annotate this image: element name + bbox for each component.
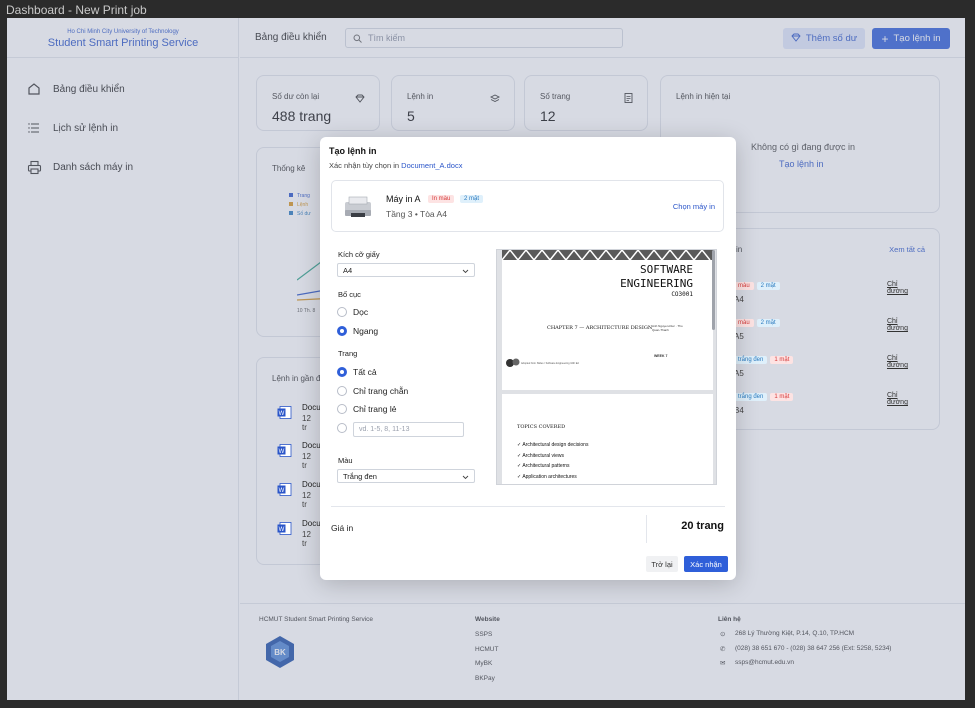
dialog-title: Tạo lệnh in: [329, 146, 377, 156]
sides-tag: 1 mặt: [770, 393, 794, 401]
color-tag: trắng đen: [734, 393, 768, 401]
sides-tag: 1 mặt: [770, 356, 794, 364]
printer-name: Máy in A: [386, 194, 421, 204]
table-row: màu 2 mặt A5 Chỉ đường: [734, 311, 908, 341]
preview-authors: Anh Nguyen-Duc · Tho Quan-Thanh: [652, 324, 683, 332]
radio-icon: [337, 423, 347, 433]
color-label: Màu: [338, 456, 353, 465]
confirm-button[interactable]: Xác nhận: [684, 556, 728, 572]
word-file-icon: W: [277, 483, 292, 496]
preview-page-1: SOFTWARE ENGINEERING CO3001 CHAPTER 7 — …: [502, 250, 713, 390]
layout-option-portrait[interactable]: Dọc: [337, 307, 368, 317]
preview-chapter: CHAPTER 7 — ARCHITECTURE DESIGN: [547, 325, 653, 331]
pages-option-odd[interactable]: Chỉ trang lẻ: [337, 404, 396, 414]
preview-title: SOFTWARE ENGINEERING CO3001: [620, 263, 693, 298]
preview-source-note: Adopted from Slides / Software Engineeri…: [521, 362, 579, 365]
radio-icon: [337, 386, 347, 396]
color-select[interactable]: Trắng đen: [337, 469, 475, 483]
svg-text:W: W: [279, 488, 285, 494]
directions-link[interactable]: Chỉ đường: [887, 392, 908, 406]
preview-topics: ✓ Architectural design decisions ✓ Archi…: [517, 442, 589, 480]
paper-size-select[interactable]: A4: [337, 263, 475, 277]
sides-tag: 2 mặt: [756, 282, 780, 290]
word-file-icon: W: [277, 406, 292, 419]
pages-option-custom[interactable]: [337, 423, 353, 433]
preview-week: WEEK 7: [654, 354, 668, 358]
printers-list: màu 2 mặt A4 Chỉ đường màu 2 mặt A5 Chỉ đư…: [734, 274, 934, 415]
paper-size: B4: [734, 406, 744, 415]
paper-size-label: Kích cỡ giấy: [338, 250, 380, 259]
sides-tag: 2 mặt: [756, 319, 780, 327]
preview-page-2: TOPICS COVERED ✓ Architectural design de…: [502, 394, 713, 484]
divider: [331, 506, 725, 507]
color-tag: In màu: [428, 195, 455, 203]
app-window: Ho Chi Minh City University of Technolog…: [7, 18, 965, 700]
chevron-down-icon: [462, 267, 469, 276]
color-tag: màu: [734, 282, 754, 290]
word-file-icon: W: [277, 444, 292, 457]
dialog-subtitle: Xác nhận tùy chọn in Document_A.docx: [329, 161, 463, 170]
window-title: Dashboard - New Print job: [0, 0, 975, 18]
new-print-job-dialog: Tạo lệnh in Xác nhận tùy chọn in Documen…: [320, 137, 736, 580]
svg-text:W: W: [279, 449, 285, 455]
pages-option-even[interactable]: Chỉ trang chẵn: [337, 386, 408, 396]
document-preview[interactable]: SOFTWARE ENGINEERING CO3001 CHAPTER 7 — …: [496, 249, 717, 485]
directions-link[interactable]: Chỉ đường: [887, 318, 908, 332]
table-row: trắng đen 1 mặt A5 Chỉ đường: [734, 348, 908, 378]
color-tag: trắng đen: [734, 356, 768, 364]
pages-label: Trang: [338, 349, 358, 358]
word-file-icon: W: [277, 522, 292, 535]
university-logo: [506, 355, 520, 367]
preview-scrollbar[interactable]: [712, 250, 715, 330]
svg-text:W: W: [279, 527, 285, 533]
printer-image: [342, 194, 374, 220]
selected-printer-card: Máy in A In màu 2 mặt Tầng 3 • Tòa A4 Ch…: [331, 180, 724, 232]
choose-printer-link[interactable]: Chọn máy in: [673, 202, 715, 211]
paper-size: A5: [734, 332, 744, 341]
radio-icon: [337, 307, 347, 317]
sides-tag: 2 mặt: [460, 195, 484, 203]
divider: [646, 515, 647, 543]
layout-label: Bố cục: [338, 290, 361, 299]
price-value: 20 trang: [681, 520, 724, 532]
color-tag: màu: [734, 319, 754, 327]
file-name-link[interactable]: Document_A.docx: [401, 161, 462, 170]
radio-selected-icon: [337, 326, 347, 336]
price-label: Giá in: [331, 523, 354, 533]
custom-pages-input[interactable]: vd. 1-5, 8, 11-13: [353, 422, 464, 437]
preview-topics-title: TOPICS COVERED: [517, 424, 566, 430]
paper-size: A5: [734, 369, 744, 378]
back-button[interactable]: Trở lại: [646, 556, 678, 572]
directions-link[interactable]: Chỉ đường: [887, 281, 908, 295]
printer-location: Tầng 3 • Tòa A4: [386, 209, 447, 219]
svg-text:W: W: [279, 411, 285, 417]
directions-link[interactable]: Chỉ đường: [887, 355, 908, 369]
pattern-band: [502, 250, 713, 260]
layout-option-landscape[interactable]: Ngang: [337, 326, 378, 336]
radio-selected-icon: [337, 367, 347, 377]
table-row: trắng đen 1 mặt B4 Chỉ đường: [734, 385, 908, 415]
table-row: màu 2 mặt A4 Chỉ đường: [734, 274, 908, 304]
pages-option-all[interactable]: Tất cả: [337, 367, 377, 377]
chevron-down-icon: [462, 473, 469, 482]
radio-icon: [337, 404, 347, 414]
paper-size: A4: [734, 295, 744, 304]
